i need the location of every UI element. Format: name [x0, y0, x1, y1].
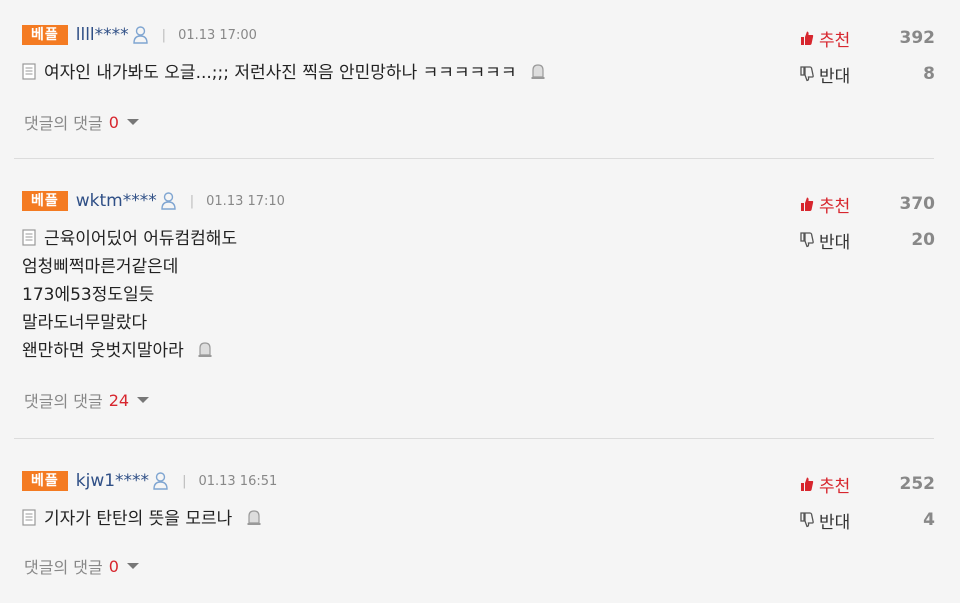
- chevron-down-icon: [137, 397, 150, 403]
- best-badge: 베플: [22, 471, 68, 491]
- upvote-count: 252: [899, 474, 936, 494]
- thumbs-down-icon: [800, 512, 814, 528]
- best-badge: 베플: [22, 191, 68, 211]
- replies-count: 0: [108, 112, 119, 132]
- downvote-count: 8: [923, 64, 935, 84]
- replies-count: 24: [108, 390, 130, 410]
- replies-count: 0: [108, 556, 119, 576]
- best-badge: 베플: [22, 25, 68, 45]
- comment-text: 말라도너무말랐다: [22, 313, 148, 333]
- upvote-label: 추천: [819, 476, 851, 497]
- report-icon[interactable]: [197, 339, 213, 357]
- replies-label: 댓글의 댓글: [24, 114, 103, 133]
- thumbs-up-icon: [800, 196, 814, 212]
- separator: |: [182, 473, 187, 489]
- document-icon: [22, 507, 37, 526]
- report-icon[interactable]: [530, 61, 546, 79]
- upvote-count: 392: [899, 28, 936, 48]
- timestamp: 01.13 17:00: [178, 27, 257, 43]
- comment-body: 근육이어딨어 어듀컴컴해도 엄청삐쩍마른거같은데 173에53정도일듯 말라도너…: [22, 225, 237, 365]
- comment-body: 기자가 탄탄의 뜻을 모르나: [22, 505, 262, 533]
- downvote-label: 반대: [819, 66, 851, 87]
- upvote-label: 추천: [819, 30, 851, 51]
- thumbs-up-icon: [800, 476, 814, 492]
- user-icon: [153, 472, 168, 490]
- document-icon: [22, 61, 37, 80]
- upvote-label: 추천: [819, 196, 851, 217]
- comment-line: 왠만하면 웃벗지말아라: [22, 337, 237, 365]
- upvote-count: 370: [899, 194, 936, 214]
- comment-meta: 베플 llll**** | 01.13 17:00: [22, 24, 257, 46]
- downvote-count: 20: [911, 230, 935, 250]
- comment-text: 여자인 내가봐도 오글...;;; 저런사진 찍음 안민망하나 ㅋㅋㅋㅋㅋㅋ: [44, 63, 517, 83]
- comment-text: 기자가 탄탄의 뜻을 모르나: [44, 509, 233, 529]
- comment-item: 베플 wktm**** | 01.13 17:10 근육이어딨어 어듀컴컴해도 …: [0, 190, 960, 420]
- comment-meta: 베플 wktm**** | 01.13 17:10: [22, 190, 285, 212]
- comment-line: 엄청삐쩍마른거같은데: [22, 253, 237, 281]
- separator: |: [189, 193, 195, 209]
- comment-text: 173에53정도일듯: [22, 285, 155, 305]
- downvote-button[interactable]: 반대 20: [800, 228, 935, 253]
- comment-line: 173에53정도일듯: [22, 281, 237, 309]
- replies-toggle[interactable]: 댓글의 댓글 0: [24, 554, 139, 578]
- replies-toggle[interactable]: 댓글의 댓글 24: [24, 388, 150, 412]
- comment-text: 왠만하면 웃벗지말아라: [22, 341, 184, 361]
- comment-item: 베플 llll**** | 01.13 17:00 여자인 내가봐도 오글...…: [0, 24, 960, 136]
- upvote-button[interactable]: 추천 370: [800, 192, 936, 217]
- downvote-label: 반대: [819, 512, 851, 533]
- chevron-down-icon: [126, 119, 139, 125]
- downvote-button[interactable]: 반대 8: [800, 62, 935, 87]
- username[interactable]: llll****: [76, 25, 129, 45]
- username[interactable]: wktm****: [76, 191, 157, 211]
- divider: [14, 158, 934, 159]
- replies-toggle[interactable]: 댓글의 댓글 0: [24, 110, 139, 134]
- downvote-label: 반대: [819, 232, 851, 253]
- replies-label: 댓글의 댓글: [24, 558, 103, 577]
- timestamp: 01.13 17:10: [206, 193, 285, 209]
- thumbs-up-icon: [800, 30, 814, 46]
- comment-line: 여자인 내가봐도 오글...;;; 저런사진 찍음 안민망하나 ㅋㅋㅋㅋㅋㅋ: [22, 59, 546, 87]
- downvote-button[interactable]: 반대 4: [800, 508, 935, 533]
- comment-meta: 베플 kjw1**** | 01.13 16:51: [22, 470, 277, 492]
- comment-text: 근육이어딨어 어듀컴컴해도: [44, 229, 238, 249]
- upvote-button[interactable]: 추천 392: [800, 26, 936, 51]
- timestamp: 01.13 16:51: [198, 473, 278, 489]
- comment-line: 근육이어딨어 어듀컴컴해도: [22, 225, 237, 253]
- document-icon: [22, 227, 37, 246]
- report-icon[interactable]: [246, 507, 262, 525]
- separator: |: [161, 27, 167, 43]
- comment-text: 엄청삐쩍마른거같은데: [22, 257, 179, 277]
- downvote-count: 4: [923, 510, 935, 530]
- chevron-down-icon: [126, 563, 139, 569]
- user-icon: [132, 26, 148, 44]
- thumbs-down-icon: [800, 232, 814, 248]
- comment-body: 여자인 내가봐도 오글...;;; 저런사진 찍음 안민망하나 ㅋㅋㅋㅋㅋㅋ: [22, 59, 546, 87]
- thumbs-down-icon: [800, 66, 814, 82]
- comment-item: 베플 kjw1**** | 01.13 16:51 기자가 탄탄의 뜻을 모르나…: [0, 470, 960, 582]
- divider: [14, 438, 934, 439]
- username[interactable]: kjw1****: [76, 471, 149, 491]
- comment-line: 기자가 탄탄의 뜻을 모르나: [22, 505, 262, 533]
- comment-line: 말라도너무말랐다: [22, 309, 237, 337]
- upvote-button[interactable]: 추천 252: [800, 472, 936, 497]
- user-icon: [161, 192, 176, 210]
- replies-label: 댓글의 댓글: [24, 392, 103, 411]
